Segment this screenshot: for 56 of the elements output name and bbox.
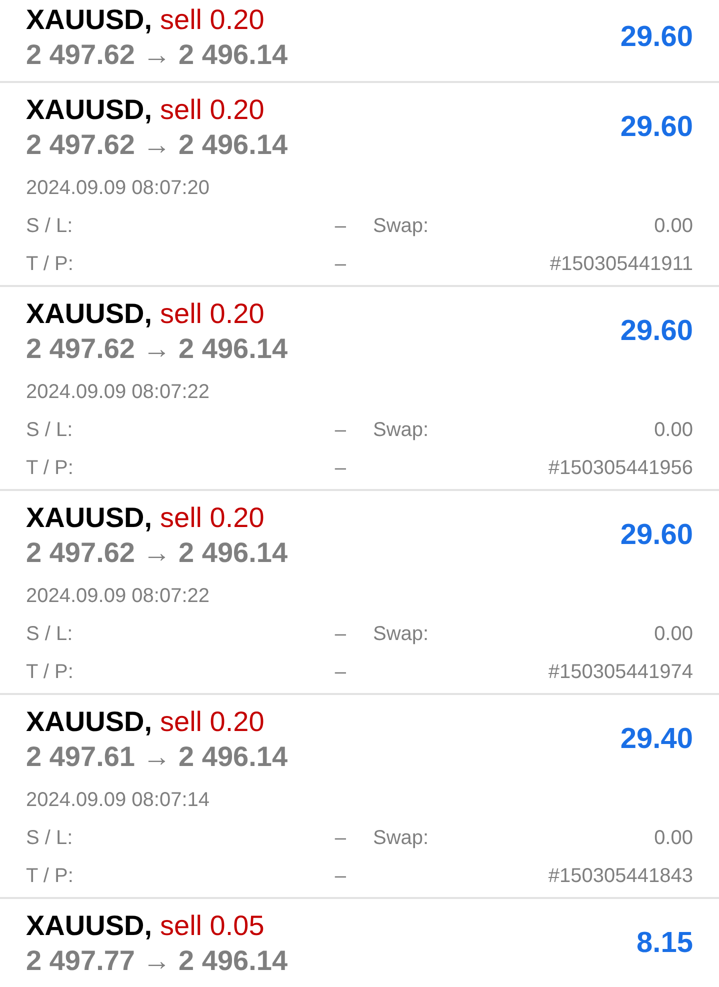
ticket-number: #150305441956: [548, 456, 693, 481]
symbol-label: XAUUSD,: [26, 909, 152, 943]
swap-value: 0.00: [654, 826, 693, 851]
order-type-label: sell 0.05: [160, 909, 264, 943]
stop-loss-label: S / L:: [26, 826, 73, 851]
open-time-text: 2024.09.09 08:07:22: [26, 380, 210, 405]
stop-loss-value: –: [334, 622, 346, 647]
swap-value: 0.00: [654, 214, 693, 239]
take-profit-value: –: [334, 456, 346, 481]
stop-loss-value: –: [334, 214, 346, 239]
profit-value: 29.60: [620, 314, 693, 350]
stop-loss-label: S / L:: [26, 418, 73, 443]
price-range-text: 2 497.62 → 2 496.14: [26, 332, 288, 366]
ticket-number: #150305441974: [548, 660, 693, 685]
profit-value: 8.15: [636, 926, 693, 962]
ticket-number: #150305441843: [548, 864, 693, 889]
price-range-text: 2 497.62 → 2 496.14: [26, 128, 288, 162]
open-time-text: 2024.09.09 08:07:22: [26, 584, 210, 609]
symbol-label: XAUUSD,: [26, 297, 152, 331]
swap-value: 0.00: [654, 418, 693, 443]
price-range-text: 2 497.61 → 2 496.14: [26, 740, 288, 774]
ticket-number: #150305441911: [550, 252, 693, 277]
swap-value: 0.00: [654, 622, 693, 647]
order-type-label: sell 0.20: [160, 501, 264, 535]
price-range-text: 2 497.62 → 2 496.14: [26, 38, 288, 72]
stop-loss-value: –: [334, 826, 346, 851]
price-range-text: 2 497.77 → 2 496.14: [26, 944, 288, 978]
swap-label: Swap:: [373, 214, 429, 239]
profit-value: 29.40: [620, 722, 693, 758]
take-profit-value: –: [334, 252, 346, 277]
symbol-label: XAUUSD,: [26, 3, 152, 37]
profit-value: 29.60: [620, 518, 693, 554]
profit-value: 29.60: [620, 20, 693, 56]
symbol-label: XAUUSD,: [26, 705, 152, 739]
swap-label: Swap:: [373, 418, 429, 443]
take-profit-label: T / P:: [26, 864, 74, 889]
open-time-text: 2024.09.09 08:07:20: [26, 176, 210, 201]
order-type-label: sell 0.20: [160, 705, 264, 739]
take-profit-label: T / P:: [26, 252, 74, 277]
take-profit-value: –: [334, 864, 346, 889]
swap-label: Swap:: [373, 826, 429, 851]
symbol-label: XAUUSD,: [26, 93, 152, 127]
price-range-text: 2 497.62 → 2 496.14: [26, 536, 288, 570]
profit-value: 29.60: [620, 110, 693, 146]
symbol-label: XAUUSD,: [26, 501, 152, 535]
swap-label: Swap:: [373, 622, 429, 647]
take-profit-label: T / P:: [26, 660, 74, 685]
order-type-label: sell 0.20: [160, 3, 264, 37]
take-profit-value: –: [334, 660, 346, 685]
stop-loss-label: S / L:: [26, 622, 73, 647]
order-type-label: sell 0.20: [160, 93, 264, 127]
take-profit-label: T / P:: [26, 456, 74, 481]
open-time-text: 2024.09.09 08:07:14: [26, 788, 210, 813]
stop-loss-value: –: [334, 418, 346, 443]
stop-loss-label: S / L:: [26, 214, 73, 239]
order-type-label: sell 0.20: [160, 297, 264, 331]
